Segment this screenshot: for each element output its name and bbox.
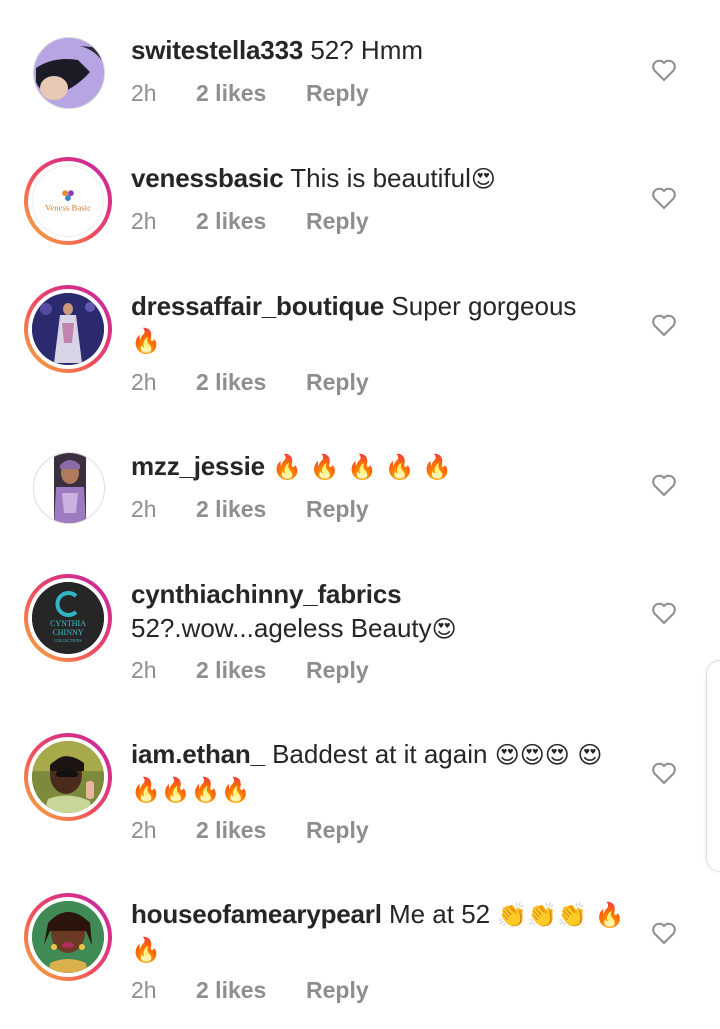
reply-button[interactable]: Reply xyxy=(306,657,369,684)
comment-meta: 2h 2 likes Reply xyxy=(131,657,369,684)
comment-time: 2h xyxy=(131,80,157,106)
comment-meta: 2h 2 likes Reply xyxy=(131,369,369,396)
heart-outline-icon[interactable] xyxy=(651,601,677,625)
heart-outline-icon[interactable] xyxy=(651,761,677,785)
avatar[interactable] xyxy=(24,893,112,981)
comment-username[interactable]: houseofamearypearl xyxy=(131,899,382,929)
comment-time: 2h xyxy=(131,369,157,395)
reply-button[interactable]: Reply xyxy=(306,80,369,107)
comment-username[interactable]: mzz_jessie xyxy=(131,451,265,481)
comment-emoji: 😍 xyxy=(470,165,496,193)
heart-outline-icon[interactable] xyxy=(651,58,677,82)
heart-outline-icon[interactable] xyxy=(651,473,677,497)
avatar[interactable] xyxy=(24,733,112,821)
heart-outline-icon[interactable] xyxy=(651,921,677,945)
comment-text: This is beautiful xyxy=(290,163,471,193)
avatar[interactable] xyxy=(33,37,105,109)
comment-body: cynthiachinny_fabrics 52?.wow...ageless … xyxy=(131,577,631,646)
comment-emoji: 🔥 xyxy=(131,327,161,355)
avatar-logo-text: Veness Basic xyxy=(45,203,91,213)
comment-username[interactable]: cynthiachinny_fabrics xyxy=(131,579,402,609)
reply-button[interactable]: Reply xyxy=(306,369,369,396)
comment-time: 2h xyxy=(131,977,157,1003)
comment-likes[interactable]: 2 likes xyxy=(196,208,306,235)
comment-body: dressaffair_boutique Super gorgeous 🔥 xyxy=(131,289,631,358)
comment-text: 52? Hmm xyxy=(310,35,424,65)
avatar[interactable]: Veness Basic xyxy=(24,157,112,245)
heart-outline-icon[interactable] xyxy=(651,186,677,210)
reply-button[interactable]: Reply xyxy=(306,977,369,1004)
comment-body: iam.ethan_ Baddest at it again 😍😍😍 😍🔥🔥🔥🔥 xyxy=(131,737,631,807)
avatar[interactable]: CYNTHIA CHINNY COLLECTIONS xyxy=(24,574,112,662)
comment-time: 2h xyxy=(131,657,157,683)
comment-body: venessbasic This is beautiful😍 xyxy=(131,161,631,196)
comment-time: 2h xyxy=(131,817,157,843)
comment-likes[interactable]: 2 likes xyxy=(196,80,306,107)
comment-text: Super gorgeous xyxy=(391,291,577,321)
reply-button[interactable]: Reply xyxy=(306,496,369,523)
avatar-logo-text: CYNTHIA xyxy=(50,619,86,628)
reply-button[interactable]: Reply xyxy=(306,208,369,235)
comment-username[interactable]: switestella333 xyxy=(131,35,303,65)
comment-text: 52?.wow...ageless Beauty xyxy=(131,613,432,643)
avatar-logo-text: CHINNY xyxy=(52,628,83,637)
comment-username[interactable]: venessbasic xyxy=(131,163,284,193)
comment-emoji: 😍 xyxy=(431,615,457,643)
comment-time: 2h xyxy=(131,496,157,522)
comment-body: switestella333 52? Hmm xyxy=(131,33,631,67)
comment-likes[interactable]: 2 likes xyxy=(196,817,306,844)
comment-meta: 2h 2 likes Reply xyxy=(131,80,369,107)
comment-username[interactable]: iam.ethan_ xyxy=(131,739,265,769)
comment-meta: 2h 2 likes Reply xyxy=(131,496,369,523)
comment-likes[interactable]: 2 likes xyxy=(196,369,306,396)
comment-time: 2h xyxy=(131,208,157,234)
comment-text: Baddest at it again xyxy=(272,739,488,769)
comment-body: houseofamearypearl Me at 52 👏👏👏 🔥🔥 xyxy=(131,897,631,967)
comment-emoji: 🔥 🔥 🔥 🔥 🔥 xyxy=(272,453,453,481)
comment-likes[interactable]: 2 likes xyxy=(196,657,306,684)
side-edge-panel[interactable] xyxy=(706,660,720,872)
comment-likes[interactable]: 2 likes xyxy=(196,496,306,523)
avatar[interactable] xyxy=(33,452,105,524)
comment-username[interactable]: dressaffair_boutique xyxy=(131,291,384,321)
comment-list: switestella333 52? Hmm 2h 2 likes Reply … xyxy=(0,0,720,1029)
reply-button[interactable]: Reply xyxy=(306,817,369,844)
comment-meta: 2h 2 likes Reply xyxy=(131,208,369,235)
comment-meta: 2h 2 likes Reply xyxy=(131,817,369,844)
avatar[interactable] xyxy=(24,285,112,373)
avatar-logo-text: COLLECTIONS xyxy=(54,638,81,643)
comment-text: Me at 52 xyxy=(388,899,491,929)
comment-likes[interactable]: 2 likes xyxy=(196,977,306,1004)
comment-body: mzz_jessie 🔥 🔥 🔥 🔥 🔥 xyxy=(131,449,631,484)
heart-outline-icon[interactable] xyxy=(651,313,677,337)
comment-meta: 2h 2 likes Reply xyxy=(131,977,369,1004)
